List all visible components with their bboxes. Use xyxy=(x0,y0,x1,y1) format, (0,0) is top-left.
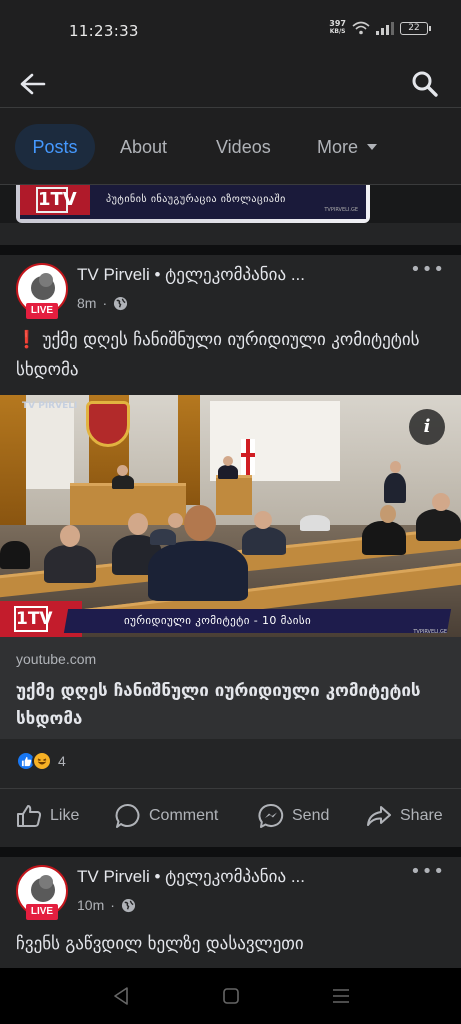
tab-posts[interactable]: Posts xyxy=(15,124,95,170)
post-time: 8m xyxy=(77,295,97,311)
news-ticker: 1TV იურიდიული კომიტეტი - 10 მაისი TVPIRV… xyxy=(0,601,461,637)
post-meta: 8m · xyxy=(77,295,128,311)
status-bar: 11:23:33 397 KB/S 22 xyxy=(0,0,461,60)
status-time: 11:23:33 xyxy=(69,22,139,40)
ticker-site: TVPIRVELI.GE xyxy=(413,629,447,635)
post-card: LIVE TV Pirveli • ტელეკომპანია ... 10m ·… xyxy=(0,857,461,968)
live-badge: LIVE xyxy=(26,303,58,319)
signal-icon xyxy=(376,21,394,35)
like-button[interactable]: Like xyxy=(16,789,79,843)
profile-tabs: Posts About Videos More xyxy=(0,108,461,185)
wifi-icon xyxy=(352,21,370,35)
ticker-text: იურიდიული კომიტეტი - 10 მაისი xyxy=(124,614,312,627)
comment-label: Comment xyxy=(149,807,219,824)
more-options-icon[interactable]: ••• xyxy=(410,861,445,882)
tv-pirveli-logo: 1TV xyxy=(36,187,77,213)
search-icon xyxy=(412,71,438,97)
messenger-icon xyxy=(258,803,284,828)
nav-menu-icon[interactable] xyxy=(331,986,351,1006)
live-badge: LIVE xyxy=(26,904,58,920)
like-label: Like xyxy=(50,807,80,824)
previous-post-image[interactable]: 1TV პუტინის ინაუგურაცია იზოლაციაში TVPIR… xyxy=(16,185,370,223)
search-button[interactable] xyxy=(407,66,443,102)
page-name[interactable]: TV Pirveli • ტელეკომპანია ... xyxy=(77,867,377,887)
nav-home-icon[interactable] xyxy=(222,986,240,1006)
post-meta: 10m · xyxy=(77,897,136,913)
share-label: Share xyxy=(400,807,443,824)
reaction-count: 4 xyxy=(58,753,66,769)
back-button[interactable] xyxy=(14,66,50,102)
link-preview[interactable]: youtube.com უქმე დღეს ჩანიშნული იურიდიულ… xyxy=(0,637,461,739)
link-title: უქმე დღეს ჩანიშნული იურიდიული კომიტეტის … xyxy=(16,681,421,729)
reactions-summary[interactable]: 4 xyxy=(16,751,66,771)
send-button[interactable]: Send xyxy=(258,789,329,843)
georgian-flag xyxy=(241,439,255,475)
page-name[interactable]: TV Pirveli • ტელეკომპანია ... xyxy=(77,265,377,285)
nav-back-icon[interactable] xyxy=(112,986,130,1006)
post-time: 10m xyxy=(77,897,105,913)
info-icon[interactable]: i xyxy=(409,409,445,445)
share-button[interactable]: Share xyxy=(366,789,443,843)
share-icon xyxy=(367,806,391,826)
more-options-icon[interactable]: ••• xyxy=(410,259,445,280)
tab-videos[interactable]: Videos xyxy=(216,124,271,170)
tv-corner-logo: TV PIRVELI xyxy=(22,401,78,411)
system-nav-bar xyxy=(0,968,461,1024)
banner-text: პუტინის ინაუგურაცია იზოლაციაში xyxy=(106,194,286,205)
tab-more[interactable]: More xyxy=(317,124,378,170)
network-speed: 397 KB/S xyxy=(329,19,346,36)
haha-reaction-icon xyxy=(32,751,52,771)
post-text: ❗ უქმე დღეს ჩანიშნული იურიდიული კომიტეტი… xyxy=(16,330,420,380)
comment-button[interactable]: Comment xyxy=(115,789,218,843)
like-icon xyxy=(17,805,42,827)
tv-pirveli-logo: 1TV xyxy=(14,606,53,632)
globe-icon xyxy=(114,296,128,310)
page-header xyxy=(0,60,461,108)
banner-domain: TVPIRVELI.GE xyxy=(324,207,358,213)
tab-more-label: More xyxy=(317,137,359,157)
post-separator xyxy=(0,847,461,857)
globe-icon xyxy=(121,898,135,912)
exclamation-emoji: ❗ xyxy=(16,330,38,350)
send-label: Send xyxy=(292,807,330,824)
post-actions: Like Comment Send Share xyxy=(0,788,461,842)
arrow-left-icon xyxy=(20,73,46,95)
tab-about[interactable]: About xyxy=(120,124,167,170)
caret-down-icon xyxy=(367,144,378,150)
coat-of-arms xyxy=(86,401,130,447)
post-text: ჩვენს გაწვდილ ხელზე დასავლეთი xyxy=(16,934,304,954)
post-separator xyxy=(0,245,461,255)
status-icons: 397 KB/S 22 xyxy=(329,19,431,36)
link-domain: youtube.com xyxy=(16,651,97,667)
battery-icon: 22 xyxy=(400,21,431,35)
post-card: LIVE TV Pirveli • ტელეკომპანია ... 8m · … xyxy=(0,255,461,847)
comment-icon xyxy=(115,803,140,828)
feed[interactable]: 1TV პუტინის ინაუგურაცია იზოლაციაში TVPIR… xyxy=(0,185,461,968)
post-video-thumbnail[interactable]: TV PIRVELI i 1TV იურიდიული კომიტეტი - 10… xyxy=(0,395,461,637)
